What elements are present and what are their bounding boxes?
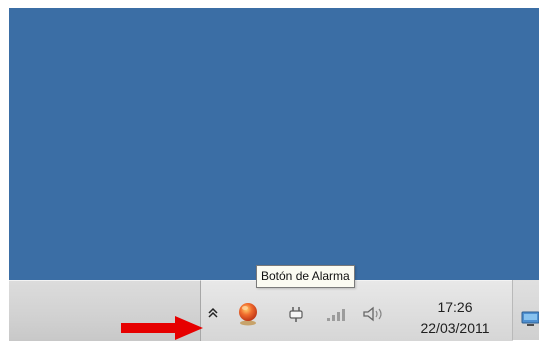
alarm-icon <box>239 303 257 326</box>
monitor-icon <box>521 310 539 328</box>
power-icon <box>287 305 305 323</box>
alarm-button[interactable] <box>234 299 262 327</box>
annotation-arrow <box>121 315 203 341</box>
tooltip: Botón de Alarma <box>256 265 355 288</box>
signal-icon <box>325 307 347 323</box>
volume-icon[interactable] <box>362 305 384 323</box>
taskbar-clock[interactable]: 17:26 22/03/2011 <box>407 297 503 339</box>
double-chevron-up-icon[interactable] <box>208 307 218 319</box>
desktop-background <box>9 8 539 280</box>
clock-time: 17:26 <box>437 299 473 315</box>
clock-date: 22/03/2011 <box>420 320 490 336</box>
screenshot-frame: 17:26 22/03/2011 Botón de Alarma <box>0 0 539 349</box>
